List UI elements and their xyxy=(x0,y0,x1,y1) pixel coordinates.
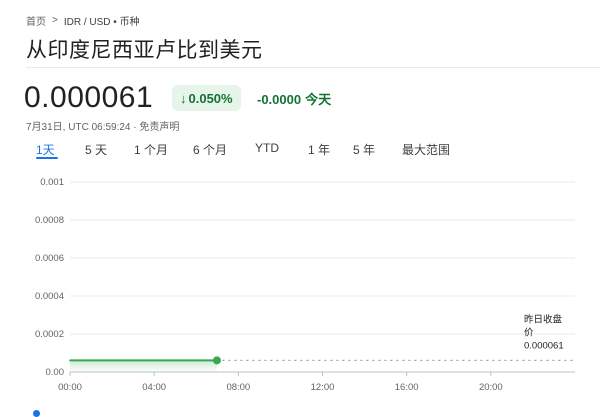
x-tick-label: 16:00 xyxy=(395,382,419,393)
chart-grid xyxy=(70,181,575,373)
x-tick-label: 12:00 xyxy=(311,382,335,393)
previous-close-label: 价 xyxy=(524,327,534,338)
series-point xyxy=(69,359,71,362)
y-tick-label: 0.0004 xyxy=(35,291,64,302)
tab-6m[interactable]: 6 个月 xyxy=(193,141,227,158)
tab-5y[interactable]: 5 年 xyxy=(353,141,375,158)
change-absolute-value: -0.0000 xyxy=(257,92,302,107)
header-divider xyxy=(26,67,600,68)
chart-y-axis: 0.001 0.0008 0.0006 0.0004 0.0002 0.00 xyxy=(35,177,64,378)
tab-ytd[interactable]: YTD xyxy=(255,141,279,155)
series-area xyxy=(70,360,217,372)
x-tick-label: 08:00 xyxy=(226,382,250,393)
quote-timestamp: 7月31日, UTC 06:59:24 · 免责声明 xyxy=(26,122,180,133)
chart-x-axis: 00:00 04:00 08:00 12:00 16:00 20:00 xyxy=(58,372,503,393)
tab-1m[interactable]: 1 个月 xyxy=(134,141,168,158)
change-absolute: -0.0000 今天 xyxy=(257,89,331,108)
y-tick-label: 0.0006 xyxy=(35,253,64,264)
y-tick-label: 0.0008 xyxy=(35,215,64,226)
x-tick-label: 20:00 xyxy=(479,382,503,393)
previous-close-value: 0.000061 xyxy=(524,340,564,351)
breadcrumb-current: IDR / USD • 币种 xyxy=(63,17,140,28)
y-tick-label: 0.001 xyxy=(40,177,64,188)
breadcrumb-home-link[interactable]: 首页 xyxy=(26,13,46,28)
active-tab-indicator xyxy=(36,157,58,159)
tab-max[interactable]: 最大范围 xyxy=(402,141,450,158)
chevron-right-icon: > xyxy=(52,15,58,26)
current-price-marker xyxy=(212,356,221,365)
arrow-down-icon: ↓ xyxy=(180,90,187,106)
series-point xyxy=(90,359,92,362)
series-point xyxy=(132,359,134,362)
change-percent-badge: ↓ 0.050% xyxy=(172,85,241,111)
series-point xyxy=(174,359,177,362)
price-chart[interactable]: 0.0010.00080.00060.00040.00020.00 00:00 0… xyxy=(0,168,600,403)
y-tick-label: 0.0002 xyxy=(35,329,64,340)
tab-5d[interactable]: 5 天 xyxy=(85,141,107,158)
chart-series xyxy=(69,356,221,372)
series-point xyxy=(111,359,113,362)
legend-dot xyxy=(33,410,40,417)
series-point xyxy=(195,359,198,362)
tab-1y[interactable]: 1 年 xyxy=(308,141,330,158)
tab-1d[interactable]: 1天 xyxy=(36,141,55,158)
x-tick-label: 04:00 xyxy=(142,382,166,393)
change-percent-value: 0.050% xyxy=(188,90,233,106)
series-point xyxy=(153,359,155,362)
current-price: 0.000061 xyxy=(24,81,154,114)
x-tick-label: 00:00 xyxy=(58,382,82,393)
page-title: 从印度尼西亚卢比到美元 xyxy=(26,39,263,62)
y-tick-label: 0.00 xyxy=(46,367,65,378)
chart-annotation: 昨日收盘价 0.000061 xyxy=(222,313,576,362)
change-period: 今天 xyxy=(305,92,332,107)
previous-close-label: 昨日收盘 xyxy=(524,313,563,325)
breadcrumb: 首页 > IDR / USD • 币种 xyxy=(26,13,140,28)
